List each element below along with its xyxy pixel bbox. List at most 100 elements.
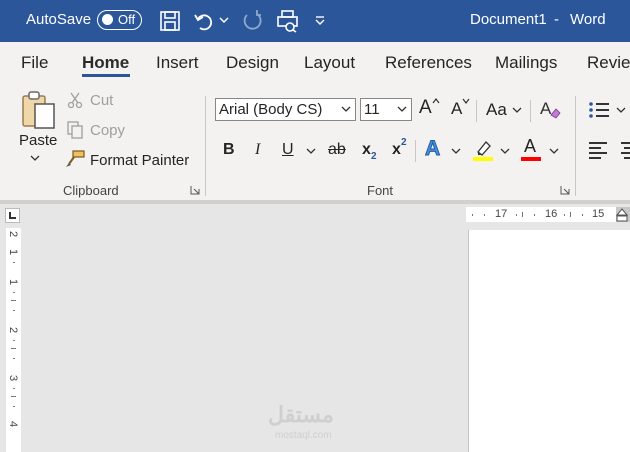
ruler-tick [582,214,583,216]
ruler-tick [13,292,15,293]
ruler-label: 16 [545,208,558,220]
divider [476,100,477,122]
clipboard-group-label: Clipboard [63,183,119,198]
ruler-tick [522,212,523,217]
title-separator: - [554,11,559,28]
chevron-down-icon[interactable] [512,106,522,114]
ruler-tick [11,348,16,349]
superscript-button[interactable]: x [392,141,401,159]
copy-icon[interactable] [66,121,84,139]
watermark-arabic: مستقل [268,402,334,427]
paste-chevron-down-icon[interactable] [30,154,40,162]
redo-icon[interactable] [240,9,264,33]
tab-stop-selector[interactable] [5,208,20,223]
ruler-tick [516,214,517,216]
tab-layout[interactable]: Layout [304,53,355,73]
document-title: Document1 [470,11,547,28]
subscript-button[interactable]: x [362,141,371,159]
ruler-label: 15 [592,208,605,220]
font-name-value: Arial (Body CS) [219,101,323,118]
group-divider [205,96,206,196]
font-color-button[interactable]: A [524,136,536,157]
underline-chevron-down-icon[interactable] [306,147,316,155]
grow-font-button[interactable]: A [419,97,432,119]
ruler-tick [13,388,15,389]
ruler-label: 3 [7,374,20,382]
document-page[interactable] [468,230,630,452]
chevron-down-icon[interactable] [500,147,510,155]
ruler-tick [11,396,16,397]
autosave-toggle[interactable]: Off [97,10,142,30]
ruler-tick [472,214,473,216]
chevron-down-icon[interactable] [616,106,626,114]
group-divider [575,96,576,196]
ruler-tick [564,214,565,216]
title-bar: AutoSave Off Document1 - Word [0,0,630,42]
caret-down-icon [462,98,470,104]
ruler-label: 17 [495,208,508,220]
undo-dropdown-chevron-icon[interactable] [218,14,230,26]
left-tab-icon [9,212,16,219]
customize-quick-access-icon[interactable] [313,14,327,28]
horizontal-ruler[interactable]: 17 16 15 [466,207,630,222]
ruler-tick [13,340,15,341]
bold-button[interactable]: B [223,141,235,159]
copy-label[interactable]: Copy [90,122,125,139]
italic-button[interactable]: I [255,141,260,159]
chevron-down-icon[interactable] [549,147,559,155]
save-icon[interactable] [158,9,182,33]
paste-label[interactable]: Paste [19,132,57,149]
strikethrough-button[interactable]: ab [328,141,346,159]
divider [415,140,416,162]
chevron-down-icon[interactable] [451,147,461,155]
align-left-icon[interactable] [588,140,610,160]
toggle-knob [102,14,113,25]
ruler-label: 1 [7,278,20,286]
autosave-label: AutoSave [26,11,92,28]
indent-marker-icon[interactable] [616,208,628,222]
clear-formatting-icon[interactable]: A [539,97,561,121]
paste-icon[interactable] [20,90,58,130]
format-painter-label[interactable]: Format Painter [90,152,189,169]
cut-label[interactable]: Cut [90,92,113,109]
text-effects-button[interactable]: A [424,137,440,161]
tab-insert[interactable]: Insert [156,53,199,73]
font-name-dropdown[interactable]: Arial (Body CS) [215,98,356,121]
ruler-tick [570,212,571,217]
print-preview-icon[interactable] [276,9,300,33]
vertical-ruler[interactable]: 2 1 1 2 3 4 [6,228,21,452]
format-painter-icon[interactable] [65,150,85,168]
watermark-latin: mostaql.com [275,430,332,441]
tab-mailings[interactable]: Mailings [495,53,557,73]
chevron-down-icon [341,106,351,112]
tab-home[interactable]: Home [82,53,129,73]
ruler-tick [11,300,16,301]
shrink-font-button[interactable]: A [451,99,462,119]
active-tab-indicator [82,74,130,77]
font-group-label: Font [367,183,394,198]
chevron-down-icon [397,106,407,112]
tab-references[interactable]: References [385,53,472,73]
bullets-icon[interactable] [588,100,610,120]
subscript-mark: 2 [371,151,377,162]
underline-button[interactable]: U [282,141,294,159]
change-case-button[interactable]: Aa [486,100,507,120]
clipboard-dialog-launcher-icon[interactable] [190,185,200,195]
align-center-icon[interactable] [618,140,630,160]
ruler-label: 2 [7,230,20,238]
ruler-tick [534,214,535,216]
highlight-icon[interactable] [472,138,494,162]
font-size-dropdown[interactable]: 11 [360,98,412,121]
cut-icon[interactable] [66,91,84,109]
superscript-mark: 2 [401,137,407,148]
ruler-tick [484,214,485,216]
tab-design[interactable]: Design [226,53,279,73]
ruler-tick [13,310,15,311]
ribbon-bottom-border [0,200,630,204]
font-dialog-launcher-icon[interactable] [560,185,570,195]
ruler-label: 4 [7,420,20,428]
tab-file[interactable]: File [21,53,48,73]
tab-review[interactable]: Review [587,53,630,73]
undo-icon[interactable] [192,9,216,33]
font-size-value: 11 [364,101,380,118]
